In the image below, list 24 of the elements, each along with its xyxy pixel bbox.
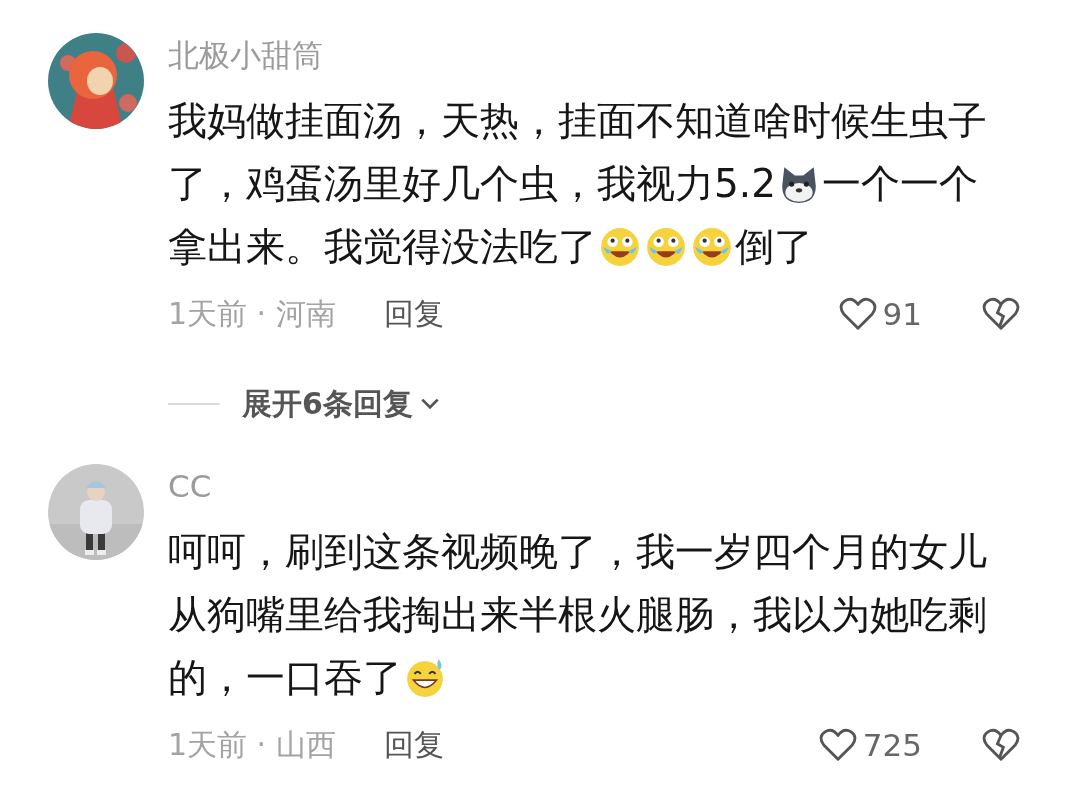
expand-replies-button[interactable]: 展开6条回复	[242, 383, 441, 425]
crying-laughing-emoji-icon	[691, 225, 733, 268]
comment-text: 呵呵，刷到这条视频晚了，我一岁四个月的女儿	[168, 528, 987, 576]
time-location: 1天前 · 山西	[168, 725, 336, 764]
comment-text: 一个一个	[822, 160, 979, 208]
reply-button[interactable]: 回复	[383, 293, 444, 335]
broken-heart-icon	[982, 726, 1020, 764]
like-button[interactable]: 725	[818, 726, 922, 764]
reply-button[interactable]: 回复	[383, 724, 444, 766]
comment-text: 的，一口吞了	[168, 654, 402, 702]
crying-laughing-emoji-icon	[645, 225, 687, 268]
comment-text: 了，鸡蛋汤里好几个虫，我视力5.2	[168, 160, 777, 208]
comment-text: 倒了	[735, 223, 813, 271]
comment-text: 拿出来。我觉得没法吃了	[168, 223, 597, 271]
dislike-button[interactable]	[982, 295, 1020, 333]
comment-text: 从狗嘴里给我掏出来半根火腿肠，我以为她吃剩	[168, 591, 987, 639]
heart-icon	[838, 295, 877, 333]
broken-heart-icon	[982, 295, 1020, 333]
dislike-button[interactable]	[982, 726, 1020, 764]
crying-laughing-emoji-icon	[599, 225, 641, 268]
comment-text: 我妈做挂面汤，天热，挂面不知道啥时候生虫子	[168, 97, 987, 145]
like-button[interactable]: 91	[838, 295, 922, 333]
time-location: 1天前 · 河南	[168, 294, 336, 333]
heart-icon	[818, 726, 857, 764]
